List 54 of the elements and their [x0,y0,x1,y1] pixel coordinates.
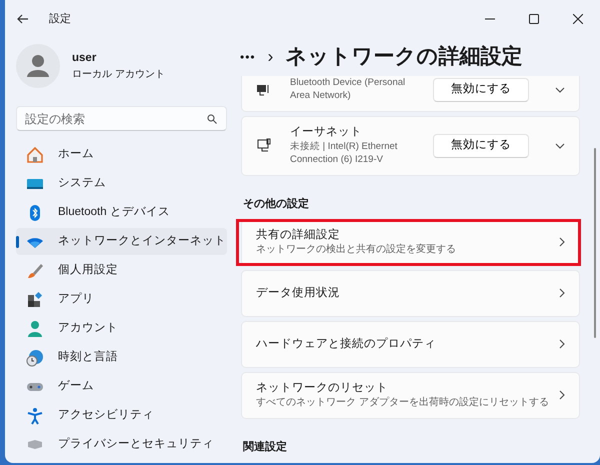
brush-icon [26,262,44,280]
nav-item[interactable]: アプリ [16,286,227,313]
link-title: 共有の詳細設定 [256,228,341,243]
back-icon[interactable] [17,14,29,24]
maximize-icon[interactable] [529,14,539,24]
search-icon[interactable] [207,114,217,124]
link-description: すべてのネットワーク アダプターを出荷時の設定にリセットする [256,396,550,410]
nav-item[interactable]: ゲーム [16,373,227,400]
chevron-right-icon [559,339,565,349]
user-name: user [72,50,98,66]
home-icon [26,146,44,164]
close-icon[interactable] [573,14,583,24]
nav-item[interactable]: アクセシビリティ [16,402,227,429]
apps-icon [26,290,44,308]
breadcrumb-separator: › [268,46,274,68]
page-title: ネットワークの詳細設定 [285,44,522,70]
avatar-icon [16,44,60,88]
nav-item[interactable]: ホーム [16,141,227,168]
section-heading: 関連設定 [243,440,288,454]
chevron-right-icon [559,390,565,400]
search-field[interactable]: 設定の検索 [16,106,227,131]
settings-link[interactable]: ハードウェアと接続のプロパティ [241,320,580,368]
window-title: 設定 [49,12,71,27]
settings-link[interactable]: ネットワークのリセット すべてのネットワーク アダプターを出荷時の設定にリセットする [241,372,580,418]
nav-item[interactable]: 時刻と言語 [16,344,227,371]
chevron-down-icon[interactable] [555,87,565,93]
disable-button[interactable]: 無効にする [433,78,529,102]
minimize-icon[interactable] [485,18,495,20]
nav-item[interactable]: アカウント [16,315,227,342]
link-title: データ使用状況 [256,286,341,301]
nav-item[interactable]: Bluetooth とデバイス [16,199,227,226]
section-heading: その他の設定 [243,196,310,212]
nav-item[interactable]: ネットワークとインターネット [16,228,227,255]
adapter-name: イーサネット [290,125,363,140]
link-description: ネットワークの検出と共有の設定を変更する [256,243,457,258]
ethernet-icon [256,138,272,154]
adapter-detail: 未接続 | Intel(R) Ethernet Connection (6) I219-V [290,140,398,167]
chevron-right-icon [559,237,565,247]
link-title: ハードウェアと接続のプロパティ [256,336,437,352]
settings-link[interactable]: データ使用状況 [241,270,580,316]
more-button[interactable]: ••• [240,48,256,66]
chevron-down-icon[interactable] [555,143,565,149]
adapter-detail: Bluetooth Device (Personal Area Network) [290,77,406,103]
nav-item[interactable]: プライバシーとセキュリティ [16,431,227,458]
account-type: ローカル アカウント [72,68,165,82]
link-title: ネットワークのリセット [256,380,389,396]
chevron-right-icon [559,288,565,298]
nav-item[interactable]: システム [16,170,227,197]
scrollbar[interactable] [594,148,596,338]
disable-button[interactable]: 無効にする [433,134,529,158]
accessibility-icon [26,406,44,424]
person-icon [26,320,44,338]
nav-item[interactable]: 個人用設定 [16,257,227,284]
globe-clock-icon [26,348,44,366]
